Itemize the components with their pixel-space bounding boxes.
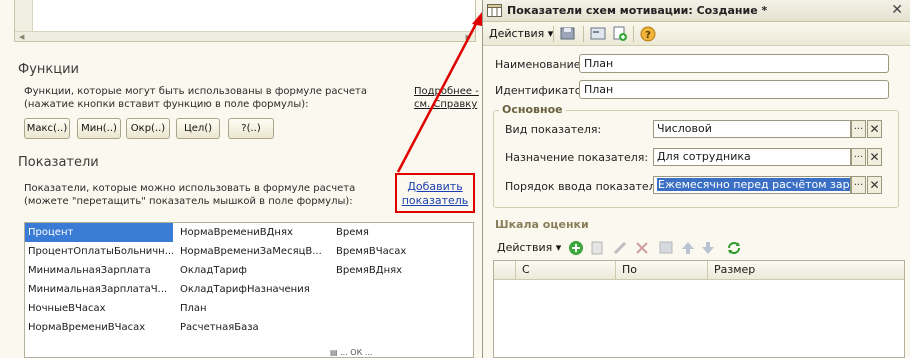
copy-document-icon[interactable] — [611, 25, 629, 43]
formula-text-area[interactable]: ◀ ▶ — [14, 0, 476, 42]
dialog-toolbar: Действия ▾ ? — [483, 22, 910, 46]
round-function-button[interactable]: Окр(..) — [126, 118, 170, 139]
clear-input-order-icon[interactable]: ✕ — [867, 176, 882, 194]
identifier-field[interactable]: План — [579, 80, 889, 99]
input-order-label: Порядок ввода показателя: — [505, 180, 667, 193]
column-header-to[interactable]: По — [616, 261, 708, 280]
scale-toolbar: Действия ▾ — [493, 238, 903, 258]
copy-row-icon[interactable] — [589, 239, 607, 257]
add-indicator-link-2[interactable]: показатель — [397, 194, 473, 208]
indicators-heading: Показатели — [18, 155, 99, 170]
refresh-icon[interactable] — [725, 239, 743, 257]
indicators-description-2: (можете "перетащить" показатель мышкой в… — [24, 196, 353, 207]
indicator-cell[interactable]: Время — [333, 223, 473, 242]
functions-heading: Функции — [18, 62, 79, 77]
table-row[interactable]: МинимальнаяЗарплата ОкладТариф ВремяВДня… — [25, 261, 473, 280]
scroll-right-icon[interactable]: ▶ — [466, 33, 471, 41]
add-indicator-highlight: Добавить показатель — [395, 173, 475, 213]
indicators-list[interactable]: Процент НормаВремениВДнях Время ПроцентО… — [24, 222, 474, 358]
select-indicator-type-button[interactable]: ... — [851, 120, 866, 138]
toolbar-divider — [633, 26, 634, 42]
conditional-function-button[interactable]: ?(..) — [228, 118, 274, 139]
column-header-amount[interactable]: Размер — [708, 261, 904, 280]
indicator-purpose-select[interactable]: Для сотрудника — [653, 148, 851, 166]
add-indicator-link[interactable]: Добавить — [397, 180, 473, 194]
int-function-button[interactable]: Цел() — [176, 118, 220, 139]
indicator-cell[interactable] — [333, 280, 473, 299]
indicator-create-dialog: Показатели схем мотивации: Создание * ✕ … — [482, 0, 910, 358]
table-row[interactable]: НочныеВЧасах План — [25, 299, 473, 318]
delete-row-icon[interactable] — [633, 239, 651, 257]
indicator-cell[interactable]: НочныеВЧасах — [25, 299, 173, 318]
select-indicator-purpose-button[interactable]: ... — [851, 148, 866, 166]
table-row[interactable]: Процент НормаВремениВДнях Время — [25, 223, 473, 242]
select-input-order-button[interactable]: ... — [851, 176, 866, 194]
rating-scale-table[interactable]: С По Размер — [493, 260, 905, 358]
table-row[interactable]: ПроцентОплатыБольничн... НормаВремениЗаМ… — [25, 242, 473, 261]
input-order-select[interactable]: Ежемесячно перед расчётом зарплаты — [653, 176, 851, 194]
rating-scale-heading: Шкала оценки — [495, 218, 589, 231]
window-title-bar[interactable]: Показатели схем мотивации: Создание * ✕ — [483, 0, 910, 22]
indicator-cell[interactable]: ВремяВДнях — [333, 261, 473, 280]
end-edit-icon[interactable] — [657, 239, 675, 257]
form-view-icon[interactable] — [589, 25, 607, 43]
save-icon[interactable] — [559, 25, 577, 43]
actions-menu[interactable]: Действия ▾ — [489, 27, 553, 40]
column-header-from[interactable]: С — [516, 261, 616, 280]
indicator-cell[interactable] — [333, 299, 473, 318]
table-row[interactable]: НормаВремениВЧасах РасчетнаяБаза — [25, 318, 473, 337]
indicators-description: Показатели, которые можно использовать в… — [24, 183, 356, 194]
actions-label: Действия — [489, 27, 545, 40]
min-function-button[interactable]: Мин(..) — [77, 118, 121, 139]
indicator-cell[interactable]: ВремяВЧасах — [333, 242, 473, 261]
formula-editor-pane: ◀ ▶ Функции Функции, которые могут быть … — [0, 0, 482, 358]
functions-description-2: (нажатие кнопки вставит функцию в поле ф… — [24, 99, 309, 110]
scale-actions-label: Действия — [497, 241, 553, 254]
svg-text:?: ? — [645, 30, 651, 41]
indicator-cell[interactable]: НормаВремениВЧасах — [25, 318, 173, 337]
help-link[interactable]: Подробнее - — [414, 85, 479, 98]
chevron-down-icon: ▾ — [555, 241, 562, 254]
id-label: Идентификатор: — [495, 84, 593, 97]
scale-actions-menu[interactable]: Действия ▾ — [497, 241, 561, 254]
indicator-type-select[interactable]: Числовой — [653, 120, 851, 138]
indicator-cell[interactable]: МинимальнаяЗарплата — [25, 261, 173, 280]
indicator-type-label: Вид показателя: — [505, 123, 602, 136]
indicator-cell[interactable]: НормаВремениЗаМесяцВ... — [177, 242, 327, 261]
functions-description: Функции, которые могут быть использованы… — [24, 86, 368, 97]
toolbar-divider — [553, 26, 554, 42]
indicator-cell[interactable]: ПроцентОплатыБольничн... — [25, 242, 173, 261]
indicator-cell[interactable]: ОкладТариф — [177, 261, 327, 280]
name-label: Наименование: — [495, 58, 585, 71]
indicator-cell[interactable] — [333, 318, 473, 337]
input-order-value: Ежемесячно перед расчётом зарплаты — [657, 178, 850, 191]
indicator-cell[interactable]: МинимальнаяЗарплатаЧ... — [25, 280, 173, 299]
indicator-purpose-label: Назначение показателя: — [505, 151, 649, 164]
help-icon[interactable]: ? — [639, 25, 657, 43]
move-up-icon[interactable] — [679, 239, 697, 257]
move-down-icon[interactable] — [699, 239, 717, 257]
table-window-icon — [487, 4, 502, 17]
indicator-cell[interactable]: НормаВремениВДнях — [177, 223, 327, 242]
clear-indicator-type-icon[interactable]: ✕ — [867, 120, 882, 138]
add-row-icon[interactable] — [567, 239, 585, 257]
edit-row-icon[interactable] — [611, 239, 629, 257]
indicator-cell[interactable]: План — [177, 299, 327, 318]
main-group-title: Основное — [499, 103, 566, 116]
help-link-2[interactable]: см. Справку — [414, 98, 477, 111]
clear-indicator-purpose-icon[interactable]: ✕ — [867, 148, 882, 166]
indicator-cell[interactable]: ОкладТарифНазначения — [177, 280, 327, 299]
close-icon[interactable]: ✕ — [891, 2, 903, 18]
indicator-cell[interactable]: Процент — [25, 223, 173, 242]
bottom-status-strip: ▤ ... ОК ... — [330, 348, 373, 357]
scroll-left-icon[interactable]: ◀ — [19, 33, 24, 41]
table-row[interactable]: МинимальнаяЗарплатаЧ... ОкладТарифНазнач… — [25, 280, 473, 299]
toolbar-divider — [583, 26, 584, 42]
max-function-button[interactable]: Макс(..) — [24, 118, 70, 139]
name-field[interactable]: План — [579, 54, 889, 73]
row-marker-header — [494, 261, 516, 280]
horizontal-scrollbar[interactable]: ◀ ▶ — [15, 31, 475, 41]
indicator-cell[interactable]: РасчетнаяБаза — [177, 318, 327, 337]
window-title: Показатели схем мотивации: Создание * — [507, 4, 768, 17]
